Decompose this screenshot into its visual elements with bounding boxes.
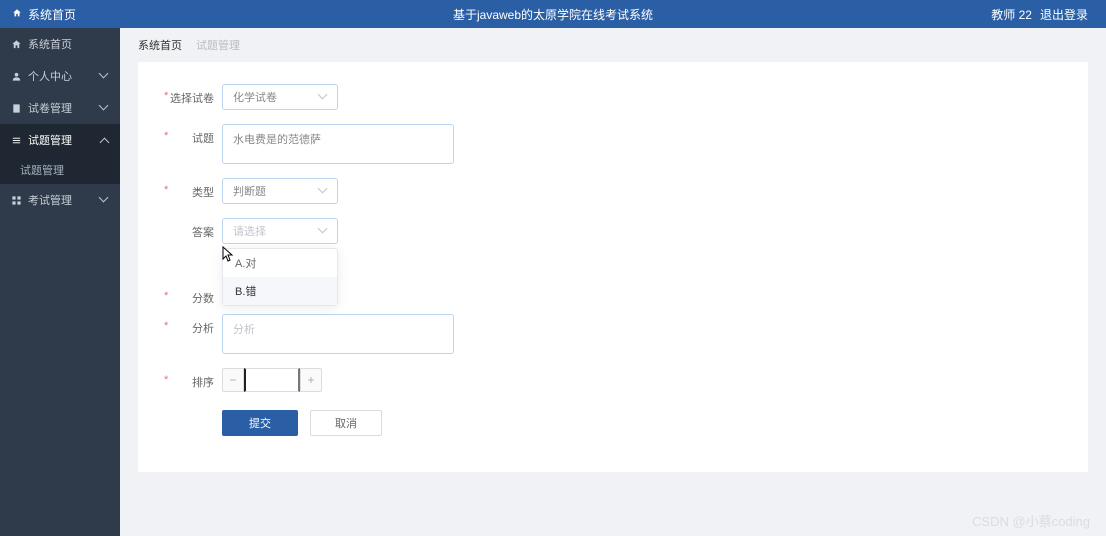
analysis-input[interactable]	[222, 314, 454, 354]
select-answer[interactable]: 请选择	[222, 218, 338, 244]
breadcrumb: 系统首页 试题管理	[120, 28, 1106, 62]
header-home[interactable]: 系统首页	[0, 6, 76, 23]
sidebar-item-label: 试题管理	[20, 162, 64, 178]
select-type[interactable]: 判断题	[222, 178, 338, 204]
main-content: 系统首页 试题管理 选择试卷 化学试卷 试题 类型 判断题 答案 请选择	[120, 28, 1106, 536]
chevron-down-icon	[100, 72, 108, 80]
watermark: CSDN @小蔡coding	[972, 511, 1090, 530]
breadcrumb-home[interactable]: 系统首页	[138, 37, 182, 53]
paper-icon	[10, 103, 22, 114]
sidebar-subitem-question[interactable]: 试题管理	[0, 156, 120, 184]
form-panel: 选择试卷 化学试卷 试题 类型 判断题 答案 请选择 A.对	[138, 62, 1088, 472]
chevron-up-icon	[100, 136, 108, 144]
label-score: 分数	[166, 284, 222, 306]
sidebar: 系统首页 个人中心 试卷管理 试题管理 试题管理 考试管理	[0, 28, 120, 536]
sidebar-item-label: 试题管理	[28, 132, 100, 148]
label-analysis: 分析	[166, 314, 222, 336]
sidebar-item-paper[interactable]: 试卷管理	[0, 92, 120, 124]
submit-button[interactable]: 提交	[222, 410, 298, 436]
sidebar-item-label: 考试管理	[28, 192, 100, 208]
chevron-down-icon	[100, 104, 108, 112]
stepper-decrease[interactable]: −	[222, 368, 244, 392]
question-input[interactable]	[222, 124, 454, 164]
sort-stepper: − +	[222, 368, 322, 392]
select-paper[interactable]: 化学试卷	[222, 84, 338, 110]
sidebar-item-label: 试卷管理	[28, 100, 100, 116]
chevron-down-icon	[319, 93, 327, 101]
stepper-input[interactable]	[244, 368, 300, 392]
user-icon	[10, 71, 22, 82]
sidebar-item-question[interactable]: 试题管理	[0, 124, 120, 156]
home-icon	[12, 7, 22, 21]
chevron-down-icon	[319, 227, 327, 235]
question-icon	[10, 135, 22, 146]
user-label[interactable]: 教师 22	[991, 6, 1032, 23]
select-value: 判断题	[233, 183, 266, 199]
app-title: 基于javaweb的太原学院在线考试系统	[453, 6, 653, 23]
label-type: 类型	[166, 178, 222, 200]
logout-link[interactable]: 退出登录	[1040, 6, 1088, 23]
sidebar-item-profile[interactable]: 个人中心	[0, 60, 120, 92]
stepper-increase[interactable]: +	[300, 368, 322, 392]
select-value: 化学试卷	[233, 89, 277, 105]
header-home-label: 系统首页	[28, 6, 76, 23]
answer-dropdown: A.对 B.错	[222, 248, 338, 306]
home-icon	[10, 39, 22, 50]
header-bar: 系统首页 基于javaweb的太原学院在线考试系统 教师 22 退出登录	[0, 0, 1106, 28]
label-question: 试题	[166, 124, 222, 146]
sidebar-item-label: 个人中心	[28, 68, 100, 84]
label-select-paper: 选择试卷	[166, 84, 222, 106]
label-answer: 答案	[166, 218, 222, 240]
sidebar-item-home[interactable]: 系统首页	[0, 28, 120, 60]
breadcrumb-current: 试题管理	[196, 37, 240, 53]
sidebar-item-label: 系统首页	[28, 36, 108, 52]
grid-icon	[10, 195, 22, 206]
dropdown-option-a[interactable]: A.对	[223, 249, 337, 277]
label-sort: 排序	[166, 368, 222, 390]
chevron-down-icon	[100, 196, 108, 204]
chevron-down-icon	[319, 187, 327, 195]
cancel-button[interactable]: 取消	[310, 410, 382, 436]
dropdown-option-b[interactable]: B.错	[223, 277, 337, 305]
sidebar-item-exam[interactable]: 考试管理	[0, 184, 120, 216]
select-placeholder: 请选择	[233, 223, 266, 239]
